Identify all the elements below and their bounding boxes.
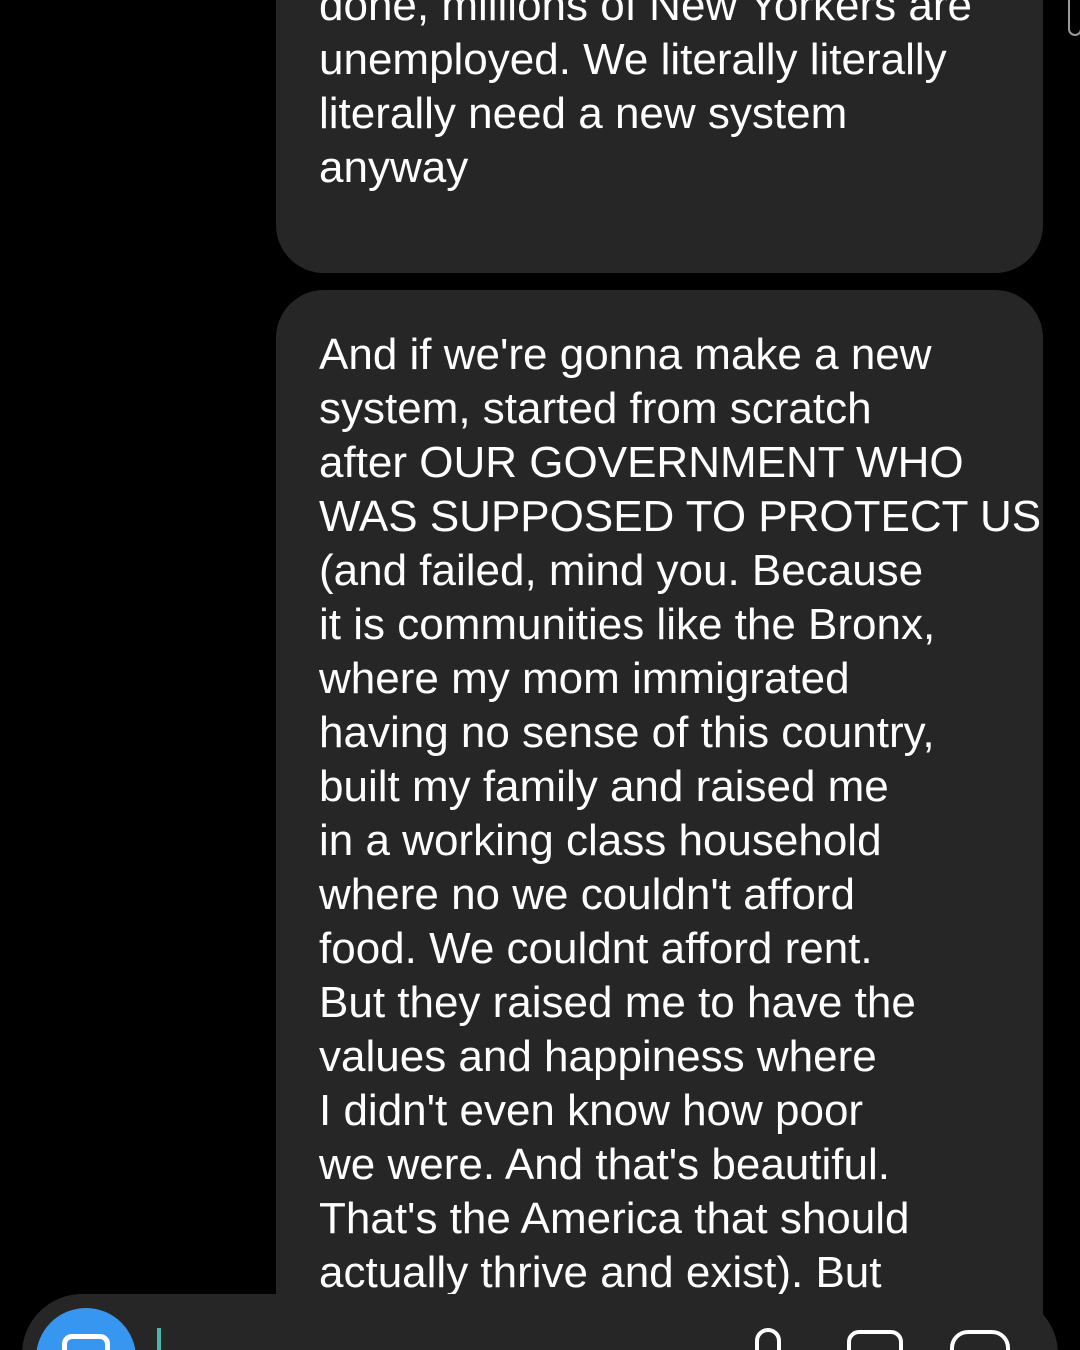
microphone-icon[interactable] [755, 1328, 781, 1350]
message-line: we were. And that's beautiful. [319, 1140, 890, 1189]
gallery-icon[interactable] [847, 1330, 903, 1350]
message-line: That's the America that should [319, 1194, 910, 1243]
message-line: built my family and raised me [319, 762, 889, 811]
message-line: it is communities like the Bronx, [319, 600, 936, 649]
text-cursor [157, 1328, 161, 1350]
message-line: system, started from scratch [319, 384, 872, 433]
sticker-icon[interactable] [950, 1330, 1010, 1350]
message-line: WAS SUPPOSED TO PROTECT US [319, 492, 1042, 541]
message-line: food. We couldnt afford rent. [319, 924, 873, 973]
camera-icon [62, 1334, 110, 1350]
scrollbar-thumb[interactable] [1068, 0, 1080, 36]
conversation-screen: done, millions of New Yorkers are unempl… [0, 0, 1080, 1350]
message-line: where my mom immigrated [319, 654, 850, 703]
message-line: in a working class household [319, 816, 882, 865]
message-line: after OUR GOVERNMENT WHO [319, 438, 964, 487]
message-line: anyway [319, 143, 469, 192]
message-bubble[interactable]: And if we're gonna make a new system, st… [276, 290, 1043, 1350]
message-line: where no we couldn't afford [319, 870, 855, 919]
message-line: actually thrive and exist). But [319, 1248, 882, 1297]
message-line: done, millions of New Yorkers are [319, 0, 972, 30]
message-line: (and failed, mind you. Because [319, 546, 924, 595]
message-line: having no sense of this country, [319, 708, 935, 757]
message-line: unemployed. We literally literally [319, 35, 947, 84]
message-line: And if we're gonna make a new [319, 330, 932, 379]
message-line: values and happiness where [319, 1032, 877, 1081]
message-composer[interactable] [22, 1294, 1058, 1350]
message-bubble[interactable]: done, millions of New Yorkers are unempl… [276, 0, 1043, 273]
message-line: But they raised me to have the [319, 978, 916, 1027]
camera-button[interactable] [36, 1308, 136, 1350]
message-line: literally need a new system [319, 89, 848, 138]
message-line: I didn't even know how poor [319, 1086, 864, 1135]
